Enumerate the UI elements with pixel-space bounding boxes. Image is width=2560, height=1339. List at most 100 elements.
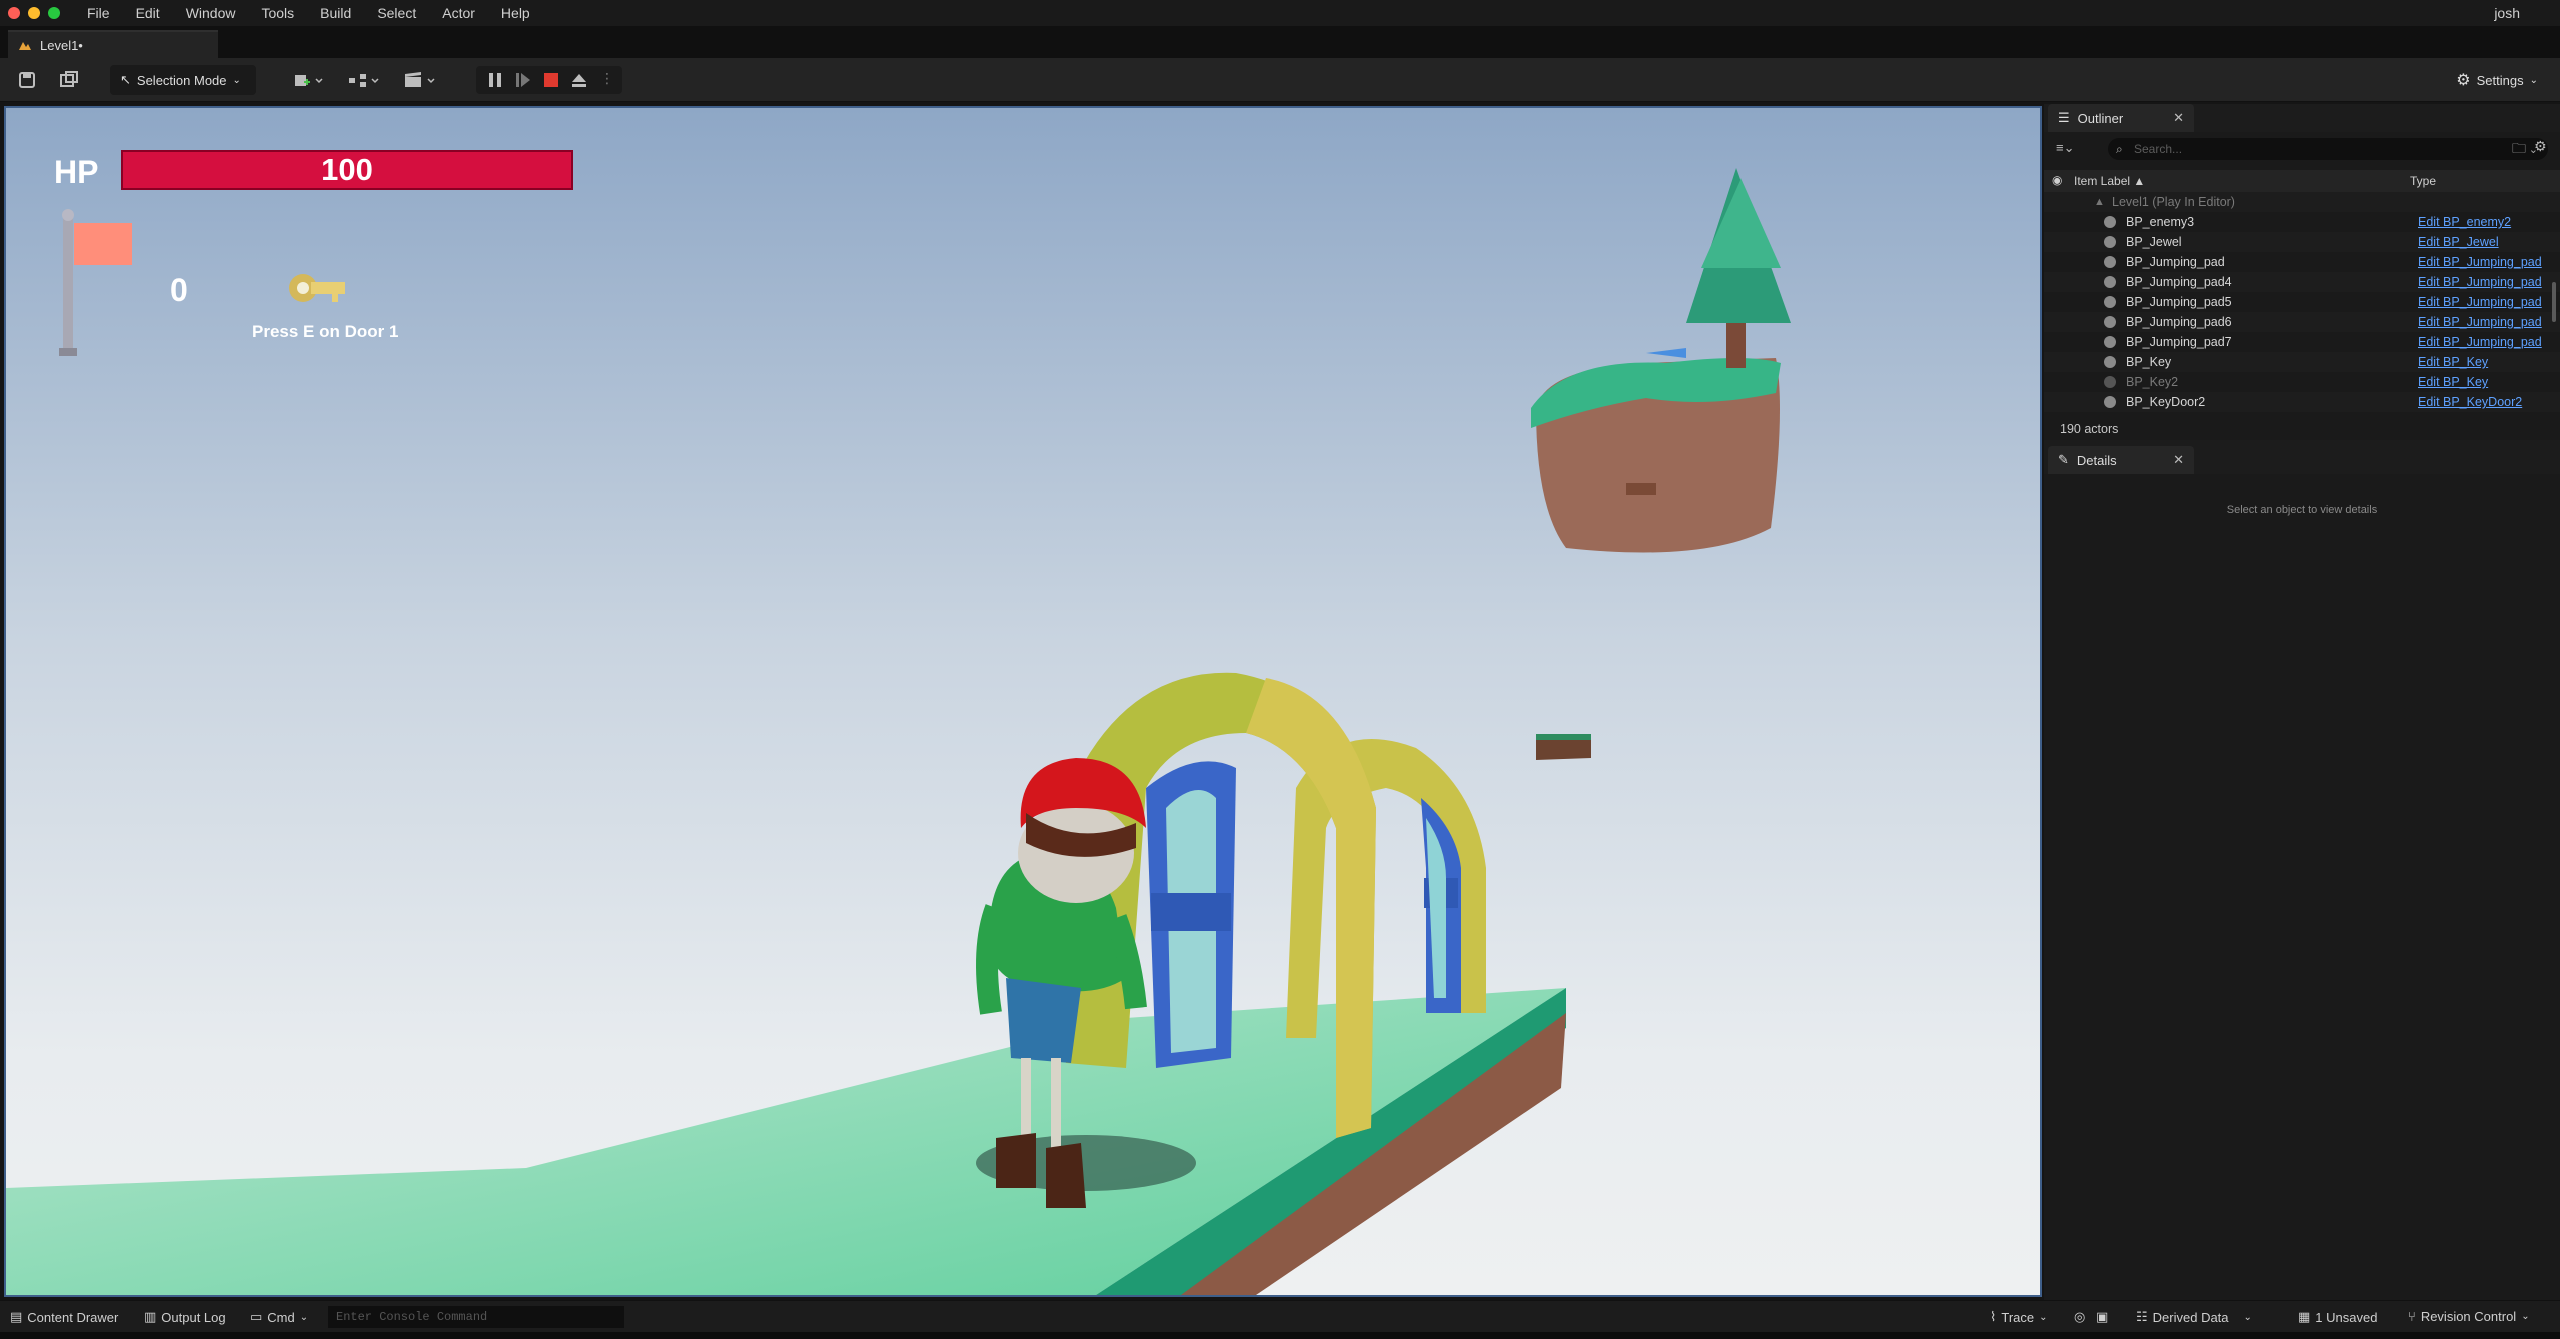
- table-row[interactable]: BP_Jumping_pad6 Edit BP_Jumping_pad: [2044, 312, 2560, 332]
- outliner-root-row[interactable]: ▲ Level1 (Play In Editor): [2044, 192, 2560, 212]
- cmd-dropdown[interactable]: ▭ Cmd ⌄: [250, 1309, 308, 1325]
- pause-icon[interactable]: [486, 71, 504, 89]
- filter-icon[interactable]: ≡⌄: [2056, 140, 2074, 156]
- file-icon: ▦: [2298, 1309, 2311, 1324]
- row-type-link[interactable]: Edit BP_Jumping_pad: [2418, 295, 2550, 309]
- chevron-down-icon: ⌄: [2243, 1311, 2252, 1323]
- actor-icon: [2104, 336, 2116, 348]
- settings-button[interactable]: ⚙ Settings ⌄: [2456, 70, 2538, 90]
- table-row[interactable]: BP_Key Edit BP_Key: [2044, 352, 2560, 372]
- visibility-eye-icon[interactable]: ◉: [2052, 173, 2062, 187]
- details-tab[interactable]: ✎ Details ✕: [2048, 446, 2194, 474]
- output-log-label: Output Log: [161, 1309, 226, 1325]
- table-row[interactable]: BP_Jumping_pad7 Edit BP_Jumping_pad: [2044, 332, 2560, 352]
- row-label: BP_Jumping_pad: [2126, 255, 2225, 269]
- step-frame-icon[interactable]: [514, 71, 532, 89]
- menu-tools[interactable]: Tools: [248, 5, 307, 21]
- bottom-strip: [0, 1332, 2560, 1339]
- table-row[interactable]: BP_Jumping_pad5 Edit BP_Jumping_pad: [2044, 292, 2560, 312]
- actor-icon: [2104, 316, 2116, 328]
- trace-dropdown[interactable]: ⌇ Trace ⌄: [1990, 1309, 2048, 1325]
- status-bar: ▤ Content Drawer ▥ Output Log ▭ Cmd ⌄ En…: [0, 1300, 2560, 1332]
- row-type-link[interactable]: Edit BP_enemy2: [2418, 215, 2550, 229]
- more-options-icon[interactable]: ⋮: [600, 70, 614, 87]
- chevron-down-icon: ⌄: [2529, 74, 2538, 86]
- floating-plank: [1536, 734, 1591, 760]
- right-dock: ☰ Outliner ✕ ≡⌄ ⌕ Search... ⌄ 🗀 ⚙ ◉ Item…: [2044, 104, 2560, 1300]
- menu-select[interactable]: Select: [364, 5, 429, 21]
- row-type-link[interactable]: Edit BP_Jumping_pad: [2418, 255, 2550, 269]
- maximize-window-button[interactable]: [48, 7, 60, 19]
- level-tab[interactable]: Level1•: [8, 30, 218, 58]
- row-type-link[interactable]: Edit BP_Jewel: [2418, 235, 2550, 249]
- column-item-label[interactable]: Item Label ▲: [2074, 174, 2145, 188]
- menu-actor[interactable]: Actor: [429, 5, 488, 21]
- gear-icon: ⚙: [2456, 72, 2471, 89]
- column-type[interactable]: Type: [2410, 174, 2436, 188]
- row-type-link[interactable]: Edit BP_Jumping_pad: [2418, 275, 2550, 289]
- outliner-column-header: ◉ Item Label ▲ Type: [2044, 170, 2560, 192]
- outliner-icon: ☰: [2058, 110, 2070, 125]
- close-icon[interactable]: ✕: [2173, 110, 2184, 126]
- stop-icon[interactable]: [542, 71, 560, 89]
- output-log-button[interactable]: ▥ Output Log: [144, 1309, 226, 1325]
- search-icon: ⌕: [2116, 141, 2123, 156]
- minimize-window-button[interactable]: [28, 7, 40, 19]
- row-type-link[interactable]: Edit BP_Jumping_pad: [2418, 315, 2550, 329]
- menu-edit[interactable]: Edit: [123, 5, 173, 21]
- unsaved-button[interactable]: ▦ 1 Unsaved: [2298, 1309, 2377, 1325]
- menu-file[interactable]: File: [74, 5, 123, 21]
- table-row[interactable]: BP_Jewel Edit BP_Jewel: [2044, 232, 2560, 252]
- database-icon: ☷: [2136, 1309, 2148, 1324]
- chevron-down-icon: ⌄: [299, 1311, 309, 1323]
- close-window-button[interactable]: [8, 7, 20, 19]
- screenshot-icon[interactable]: ▣: [2096, 1309, 2108, 1325]
- add-actor-icon[interactable]: [292, 70, 328, 90]
- hp-label: HP: [54, 154, 99, 190]
- drawer-icon: ▤: [10, 1309, 23, 1324]
- content-browser-icon[interactable]: [58, 70, 80, 90]
- cinematics-icon[interactable]: [402, 70, 440, 90]
- menu-window[interactable]: Window: [173, 5, 249, 21]
- selection-mode-dropdown[interactable]: ↖ Selection Mode ⌄: [110, 65, 256, 95]
- outliner-tab[interactable]: ☰ Outliner ✕: [2048, 104, 2194, 132]
- trace-label: Trace: [2001, 1309, 2035, 1325]
- content-drawer-button[interactable]: ▤ Content Drawer: [10, 1309, 118, 1325]
- record-icon[interactable]: ◎: [2074, 1309, 2085, 1325]
- row-type-link[interactable]: Edit BP_KeyDoor2: [2418, 395, 2550, 409]
- menu-build[interactable]: Build: [307, 5, 364, 21]
- row-type-link[interactable]: Edit BP_Key: [2418, 355, 2550, 369]
- selection-mode-label: Selection Mode: [136, 72, 227, 88]
- row-type-link[interactable]: Edit BP_Jumping_pad: [2418, 335, 2550, 349]
- row-label: BP_Jumping_pad6: [2126, 315, 2232, 329]
- gear-icon[interactable]: ⚙: [2534, 138, 2547, 155]
- cursor-icon: ↖: [120, 72, 131, 87]
- menu-help[interactable]: Help: [488, 5, 543, 21]
- actor-count: 190 actors: [2060, 422, 2119, 436]
- table-row[interactable]: BP_KeyDoor2 Edit BP_KeyDoor2: [2044, 392, 2560, 412]
- save-icon[interactable]: [16, 70, 38, 90]
- table-row[interactable]: BP_Jumping_pad Edit BP_Jumping_pad: [2044, 252, 2560, 272]
- blueprint-icon[interactable]: [346, 70, 384, 90]
- window-controls: [8, 7, 60, 19]
- table-row[interactable]: BP_Key2 Edit BP_Key: [2044, 372, 2560, 392]
- outliner-filter-row: ≡⌄ ⌕ Search... ⌄ 🗀 ⚙: [2052, 138, 2552, 162]
- outliner-panel: ≡⌄ ⌕ Search... ⌄ 🗀 ⚙ ◉ Item Label ▲ Type…: [2044, 132, 2560, 440]
- table-row[interactable]: BP_enemy3 Edit BP_enemy2: [2044, 212, 2560, 232]
- row-label: BP_Jumping_pad4: [2126, 275, 2232, 289]
- outliner-scrollbar[interactable]: [2552, 282, 2556, 322]
- outliner-search-input[interactable]: ⌕ Search... ⌄: [2108, 138, 2548, 160]
- revision-control-dropdown[interactable]: ⑂ Revision Control ⌄: [2408, 1309, 2530, 1324]
- add-folder-icon[interactable]: 🗀: [2512, 138, 2526, 162]
- console-command-input[interactable]: Enter Console Command: [328, 1306, 624, 1328]
- eject-icon[interactable]: [570, 71, 588, 89]
- close-icon[interactable]: ✕: [2173, 452, 2184, 468]
- user-name[interactable]: josh: [2494, 5, 2520, 21]
- game-viewport[interactable]: HP 100 0 Press E on Door 1: [4, 106, 2042, 1297]
- derived-data-dropdown[interactable]: ☷ Derived Data ⌄: [2136, 1309, 2252, 1325]
- table-row[interactable]: BP_Jumping_pad4 Edit BP_Jumping_pad: [2044, 272, 2560, 292]
- branch-icon: ⑂: [2408, 1309, 2416, 1324]
- details-tab-label: Details: [2076, 452, 2117, 468]
- row-type-link[interactable]: Edit BP_Key: [2418, 375, 2550, 389]
- level-icon: ▲: [2094, 196, 2105, 208]
